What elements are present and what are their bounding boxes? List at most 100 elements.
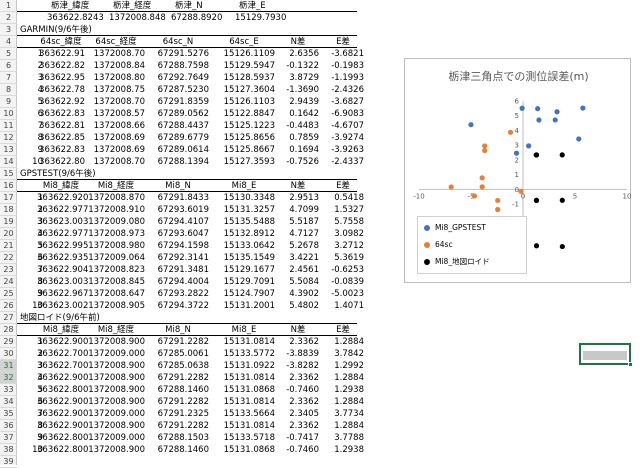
cell[interactable]: 2.3405 <box>277 408 319 420</box>
cell[interactable]: 0.7859 <box>277 132 319 144</box>
cell[interactable]: 15131.2001 <box>213 300 275 312</box>
cell[interactable]: 2.3362 <box>277 420 319 432</box>
cell[interactable]: 67289.6779 <box>147 132 209 144</box>
cell[interactable]: 67293.6019 <box>147 204 209 216</box>
cell[interactable]: 67288.1460 <box>147 444 209 456</box>
cell[interactable]: 15130.3348 <box>213 192 275 204</box>
selected-cell[interactable] <box>579 343 633 367</box>
cell[interactable]: 15131.0814 <box>213 420 275 432</box>
cell[interactable]: 5.7558 <box>322 216 364 228</box>
cell[interactable]: 363622.91 <box>37 48 85 60</box>
column-header[interactable]: Mi8_緯度 <box>37 180 85 192</box>
row-number[interactable]: 11 <box>0 120 17 132</box>
row-number[interactable]: 37 <box>0 432 17 444</box>
cell[interactable]: 67291.2282 <box>147 336 209 348</box>
row-number[interactable]: 21 <box>0 240 17 252</box>
row-number[interactable]: 19 <box>0 216 17 228</box>
cell[interactable]: 15131.0922 <box>213 360 275 372</box>
cell[interactable]: 1372009.064 <box>87 252 145 264</box>
column-header[interactable]: 64sc_N <box>147 36 209 48</box>
cell[interactable]: 2.3362 <box>277 396 319 408</box>
cell[interactable]: 67292.7649 <box>147 72 209 84</box>
cell[interactable]: -3.6821 <box>322 48 364 60</box>
header-label[interactable]: 栃津_緯度 <box>51 0 111 12</box>
cell[interactable]: 1372008.823 <box>87 264 145 276</box>
cell[interactable]: 363622.95 <box>37 72 85 84</box>
cell[interactable]: 1372008.900 <box>87 360 145 372</box>
section-title[interactable]: 地図ロイド(9/6午前) <box>20 312 140 324</box>
row-number[interactable]: 17 <box>0 192 17 204</box>
cell[interactable]: -0.1322 <box>277 60 319 72</box>
cell[interactable]: 15126.1103 <box>213 96 275 108</box>
cell[interactable]: 67288.1394 <box>147 156 209 168</box>
row-number[interactable]: 22 <box>0 252 17 264</box>
cell[interactable]: 3.0982 <box>322 228 364 240</box>
cell[interactable]: 363622.900 <box>37 336 88 348</box>
cell[interactable]: 15125.8667 <box>213 144 275 156</box>
cell[interactable]: 1372008.973 <box>87 228 145 240</box>
cell[interactable]: 4.3902 <box>277 288 319 300</box>
column-header[interactable]: 64sc_経度 <box>87 36 145 48</box>
cell[interactable]: 67294.1598 <box>147 240 209 252</box>
cell[interactable]: 363622.81 <box>37 120 85 132</box>
cell[interactable]: 363622.83 <box>37 144 85 156</box>
cell[interactable]: 2.9439 <box>277 96 319 108</box>
cell[interactable]: 67291.5276 <box>147 48 209 60</box>
cell[interactable]: 15132.8912 <box>213 228 275 240</box>
cell[interactable]: 5.5187 <box>277 216 319 228</box>
row-number[interactable]: 23 <box>0 264 17 276</box>
cell[interactable]: 67293.6047 <box>147 228 209 240</box>
cell[interactable]: 363622.800 <box>37 444 88 456</box>
cell[interactable]: 1372008.900 <box>87 372 145 384</box>
cell[interactable]: 363622.977 <box>37 204 88 216</box>
cell[interactable]: 5.3619 <box>322 252 364 264</box>
row-number[interactable]: 24 <box>0 276 17 288</box>
cell[interactable]: 1.5327 <box>322 204 364 216</box>
cell[interactable]: 3.7734 <box>322 408 364 420</box>
cell[interactable]: 67287.5230 <box>147 84 209 96</box>
column-header[interactable]: Mi8_経度 <box>87 180 145 192</box>
cell[interactable]: 1372008.647 <box>87 288 145 300</box>
cell[interactable]: 67288.1460 <box>147 384 209 396</box>
column-header[interactable]: E差 <box>322 180 364 192</box>
column-header[interactable]: 64sc_緯度 <box>37 36 85 48</box>
cell[interactable]: 67291.2282 <box>147 396 209 408</box>
cell[interactable]: -3.6827 <box>322 96 364 108</box>
cell[interactable]: 363622.935 <box>37 252 88 264</box>
cell[interactable]: 15135.1549 <box>213 252 275 264</box>
cell[interactable]: 363622.800 <box>37 384 88 396</box>
row-number[interactable]: 33 <box>0 384 17 396</box>
cell[interactable]: 363622.700 <box>37 348 88 360</box>
row-number[interactable]: 16 <box>0 180 17 192</box>
cell[interactable]: 15129.5947 <box>213 60 275 72</box>
row-number[interactable]: 15 <box>0 168 17 180</box>
cell[interactable]: 67291.8359 <box>147 96 209 108</box>
cell[interactable]: 1372009.000 <box>87 408 145 420</box>
row-number[interactable]: 26 <box>0 300 17 312</box>
row-number[interactable]: 1 <box>0 0 17 12</box>
cell[interactable]: 3.2712 <box>322 240 364 252</box>
cell[interactable]: 1.2884 <box>322 336 364 348</box>
row-number[interactable]: 9 <box>0 96 17 108</box>
cell[interactable]: 67291.3481 <box>147 264 209 276</box>
row-number[interactable]: 4 <box>0 36 17 48</box>
cell[interactable]: 1372008.900 <box>87 420 145 432</box>
cell[interactable]: 67288.7598 <box>147 60 209 72</box>
cell[interactable]: 363622.900 <box>37 408 88 420</box>
cell[interactable]: 15131.0814 <box>213 336 275 348</box>
cell[interactable]: 15129.7091 <box>213 276 275 288</box>
cell[interactable]: 1372008.905 <box>87 300 145 312</box>
column-header[interactable]: E差 <box>322 324 364 336</box>
cell[interactable]: 0.1642 <box>277 108 319 120</box>
cell[interactable]: 67291.2325 <box>147 408 209 420</box>
cell[interactable]: 67289.0562 <box>147 108 209 120</box>
cell[interactable]: 67289.0614 <box>147 144 209 156</box>
header-value[interactable]: 15129.7930 <box>235 12 295 24</box>
cell[interactable]: 363622.82 <box>37 60 85 72</box>
cell[interactable]: 363622.78 <box>37 84 85 96</box>
cell[interactable]: 3.7788 <box>322 432 364 444</box>
header-label[interactable]: 栃津_経度 <box>113 0 173 12</box>
cell[interactable]: 1372008.980 <box>87 240 145 252</box>
header-label[interactable]: 栃津_E <box>239 0 299 12</box>
cell[interactable]: 1372008.70 <box>87 48 145 60</box>
